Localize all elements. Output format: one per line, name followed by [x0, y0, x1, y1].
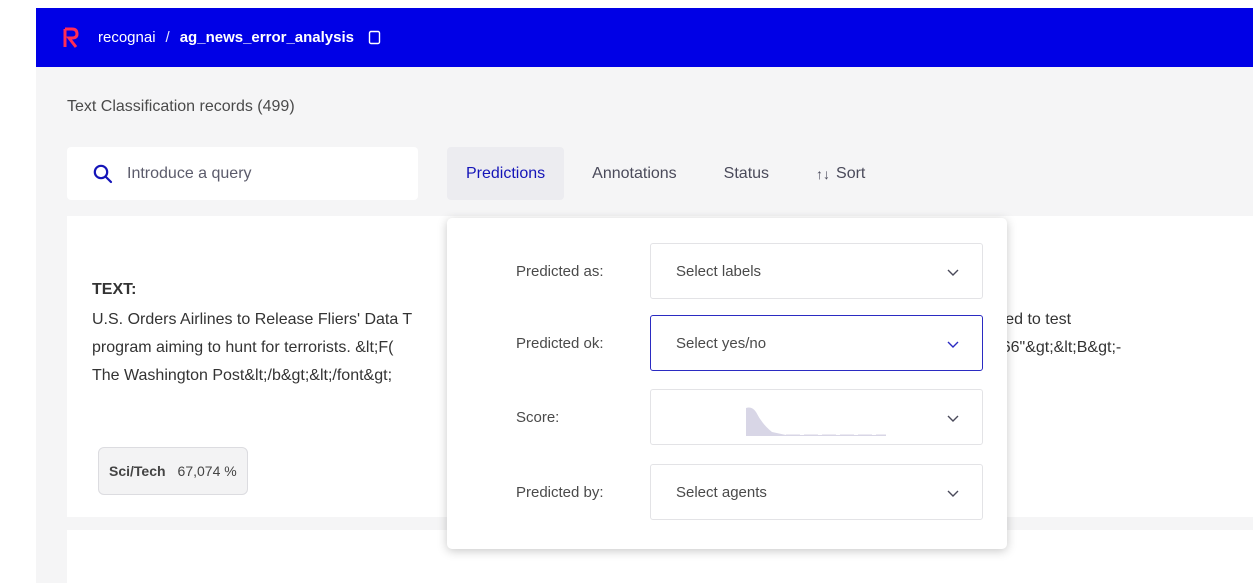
copy-icon[interactable] — [368, 30, 382, 45]
chevron-down-icon — [947, 490, 959, 497]
tab-annotations[interactable]: Annotations — [573, 147, 696, 200]
tab-sort-label: Sort — [836, 164, 866, 182]
score-select[interactable] — [650, 389, 983, 445]
tab-annotations-label: Annotations — [592, 164, 677, 182]
tab-status-label: Status — [723, 164, 770, 182]
tab-status[interactable]: Status — [705, 147, 788, 200]
predicted-by-select[interactable]: Select agents — [650, 464, 983, 520]
score-label: Score: — [516, 408, 560, 426]
predicted-as-label: Predicted as: — [516, 262, 604, 280]
top-bar: recognai / ag_news_error_analysis — [36, 8, 1253, 67]
predicted-ok-placeholder: Select yes/no — [676, 334, 767, 352]
score-distribution-chart — [746, 407, 886, 436]
filters-bar: Predictions Annotations Status ↑↓ Sort — [447, 147, 893, 200]
prediction-label: Sci/Tech — [109, 463, 166, 479]
sort-icon: ↑↓ — [816, 165, 831, 182]
search-input[interactable] — [127, 164, 387, 183]
recognai-logo-icon[interactable] — [62, 26, 80, 50]
chevron-down-icon — [947, 341, 959, 348]
predicted-ok-row: Predicted ok: Select yes/no — [447, 315, 1007, 371]
predictions-filter-panel: Predicted as: Select labels Predicted ok… — [447, 218, 1007, 549]
record-text-line-left: program aiming to hunt for terrorists. &… — [92, 339, 394, 356]
chevron-down-icon — [947, 415, 959, 422]
breadcrumb-dataset: ag_news_error_analysis — [179, 29, 354, 46]
predicted-ok-select[interactable]: Select yes/no — [650, 315, 983, 371]
search-icon — [93, 164, 113, 183]
predicted-by-label: Predicted by: — [516, 483, 604, 501]
tab-predictions-label: Predictions — [466, 164, 546, 182]
predicted-as-select[interactable]: Select labels — [650, 243, 983, 299]
breadcrumb: recognai / ag_news_error_analysis — [98, 29, 382, 46]
prediction-chip: Sci/Tech 67,074 % — [98, 447, 248, 495]
chevron-down-icon — [947, 269, 959, 276]
search-box[interactable] — [67, 147, 418, 200]
predicted-ok-label: Predicted ok: — [516, 334, 604, 352]
prediction-score: 67,074 % — [177, 463, 237, 479]
breadcrumb-separator: / — [165, 29, 170, 46]
predicted-by-placeholder: Select agents — [676, 483, 767, 501]
left-margin — [0, 0, 36, 583]
predicted-as-row: Predicted as: Select labels — [447, 243, 1007, 299]
tab-predictions[interactable]: Predictions — [447, 147, 565, 200]
score-row: Score: — [447, 389, 1007, 445]
predicted-as-placeholder: Select labels — [676, 262, 762, 280]
breadcrumb-org[interactable]: recognai — [98, 29, 156, 46]
tab-sort[interactable]: ↑↓ Sort — [797, 147, 884, 200]
records-count-title: Text Classification records (499) — [67, 98, 295, 115]
record-field-label: TEXT: — [92, 281, 137, 298]
record-text-line-left: U.S. Orders Airlines to Release Fliers' … — [92, 311, 413, 328]
predicted-by-row: Predicted by: Select agents — [447, 464, 1007, 520]
